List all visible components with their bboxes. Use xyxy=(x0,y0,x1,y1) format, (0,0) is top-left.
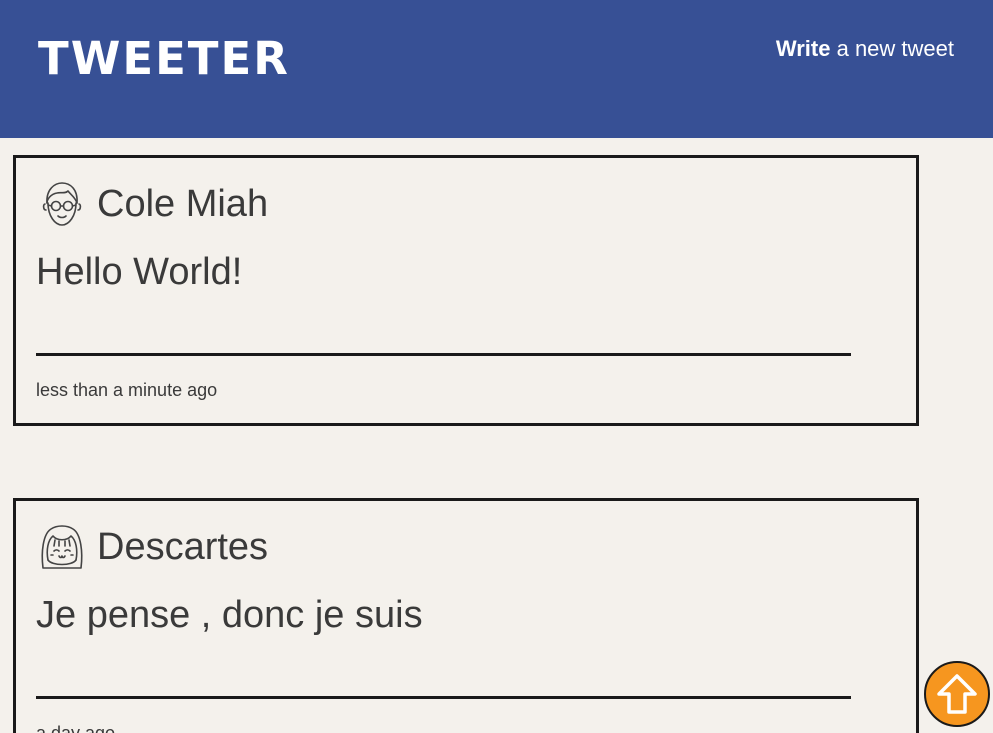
compose-label: a new tweet xyxy=(830,36,954,61)
navbar: TWEETER Write a new tweet xyxy=(0,0,993,138)
tweet-author: Descartes xyxy=(97,525,269,568)
tweet-divider xyxy=(36,353,851,356)
tweet-header: Cole Miah xyxy=(37,178,268,230)
girl-avatar-icon xyxy=(41,525,83,569)
tweet-header: Descartes xyxy=(37,521,268,573)
boy-with-glasses-avatar-icon xyxy=(42,182,82,226)
scroll-to-top-button[interactable] xyxy=(924,661,990,727)
tweet-content: Hello World! xyxy=(36,251,243,293)
tweet-timestamp: a day ago xyxy=(36,723,116,733)
tweet-card: Cole Miah Hello World! less than a minut… xyxy=(13,155,919,426)
up-arrow-icon xyxy=(937,674,977,714)
write-new-tweet-button[interactable]: Write a new tweet xyxy=(776,36,954,62)
compose-bold-label: Write xyxy=(775,36,831,61)
tweet-content: Je pense , donc je suis xyxy=(36,594,423,636)
brand-logo[interactable]: TWEETER xyxy=(38,36,290,81)
tweet-card: Descartes Je pense , donc je suis a day … xyxy=(13,498,919,733)
tweet-divider xyxy=(36,696,851,699)
tweet-timestamp: less than a minute ago xyxy=(36,380,218,400)
tweet-author: Cole Miah xyxy=(97,182,269,225)
